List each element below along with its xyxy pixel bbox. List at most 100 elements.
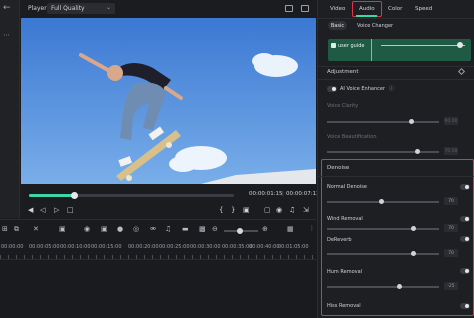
ruler-label: 00:00:30:00	[190, 244, 221, 250]
camera-icon[interactable]: ◉	[276, 206, 282, 214]
wind-removal-value[interactable]: 70	[444, 224, 458, 232]
scrubber-handle[interactable]	[71, 192, 78, 199]
duration-timecode: 00:00:07:13	[286, 191, 320, 197]
audio-clip-icon	[331, 43, 336, 48]
skateboarder-image	[21, 18, 316, 184]
subtab-basic[interactable]: Basic	[328, 21, 347, 30]
music-icon[interactable]: ♫	[165, 225, 171, 233]
video-preview[interactable]	[21, 18, 316, 184]
voice-beautification-handle[interactable]	[415, 149, 420, 154]
more-options-icon[interactable]: ⋯	[3, 31, 10, 39]
hiss-removal-label: Hiss Removal	[327, 303, 361, 309]
volume-icon[interactable]: ♫	[289, 206, 295, 214]
quality-dropdown[interactable]: Full Quality ⌄	[47, 3, 115, 14]
voice-clarity-value[interactable]: 60.00	[444, 117, 458, 125]
marker-icon[interactable]: ●	[117, 225, 123, 233]
screen-icon[interactable]: ▢	[264, 206, 271, 214]
editor-window: ← ⋯ Player Full Quality ⌄ 00:00:01:15 | …	[0, 0, 474, 318]
fullscreen-icon[interactable]: ⇲	[303, 206, 309, 214]
tab-color[interactable]: Color	[388, 6, 402, 12]
normal-denoise-slider[interactable]	[327, 199, 439, 204]
ruler-label: 00:00:05:00	[29, 244, 60, 250]
section-divider	[318, 176, 474, 177]
voice-beautification-value[interactable]: 70.00	[444, 147, 458, 155]
ruler-label: 00:00:40:00	[249, 244, 280, 250]
shield-icon[interactable]: ◎	[133, 225, 139, 233]
ruler-ticks	[0, 255, 316, 259]
tab-audio[interactable]: Audio	[359, 6, 375, 12]
snapshot-icon[interactable]	[285, 5, 293, 12]
ai-tools-icon[interactable]: ◉	[84, 225, 90, 233]
scissors-icon[interactable]: ✕	[33, 225, 39, 233]
keyframe-diamond-icon[interactable]	[457, 67, 466, 76]
fit-icon[interactable]: ▩	[199, 225, 206, 233]
zoom-slider-handle[interactable]	[237, 228, 243, 234]
audio-clip-waveform[interactable]: user guide	[328, 39, 471, 61]
section-divider	[318, 66, 474, 67]
section-divider	[318, 79, 474, 80]
wind-removal-toggle[interactable]	[460, 216, 470, 222]
subtab-voice-changer[interactable]: Voice Changer	[357, 23, 393, 29]
grid-icon[interactable]: ▦	[287, 225, 294, 233]
active-tab-underline	[356, 15, 377, 17]
hum-removal-handle[interactable]	[397, 284, 402, 289]
back-arrow-icon[interactable]: ←	[3, 3, 11, 13]
microphone-icon[interactable]: ⚮	[150, 225, 156, 233]
dereverb-value[interactable]: 70	[444, 249, 458, 257]
panel-tabs: Video Audio Color Speed	[318, 0, 474, 18]
info-icon[interactable]: ⓘ	[389, 85, 394, 92]
normal-denoise-toggle[interactable]	[460, 184, 470, 190]
normal-denoise-value[interactable]: 70	[444, 197, 458, 205]
ai-voice-enhancer-toggle[interactable]	[327, 86, 337, 92]
crop-icon[interactable]: ▣	[59, 225, 66, 233]
quality-value: Full Quality	[51, 5, 85, 12]
zoom-out-icon[interactable]: ⊖	[212, 225, 218, 233]
dereverb-slider[interactable]	[327, 251, 439, 256]
playback-scrubber[interactable]	[29, 192, 234, 199]
image-icon[interactable]	[301, 5, 309, 12]
timeline-ruler[interactable]: 00:00:00 00:00:05:00 00:00:10:00 00:00:1…	[0, 242, 316, 260]
stop-icon[interactable]: □	[67, 206, 74, 214]
copy-icon[interactable]: ⧉	[14, 225, 19, 234]
prev-frame-icon[interactable]: ◀	[28, 206, 33, 214]
timecode-separator: |	[282, 191, 284, 197]
dereverb-handle[interactable]	[411, 251, 416, 256]
hum-removal-slider[interactable]	[327, 284, 439, 289]
hum-removal-value[interactable]: -25	[444, 282, 458, 290]
voice-beautification-label: Voice Beautification	[327, 134, 377, 140]
hiss-removal-toggle[interactable]	[460, 303, 470, 309]
step-back-icon[interactable]: ◁	[40, 206, 45, 214]
tab-speed[interactable]: Speed	[415, 6, 432, 12]
player-area: Player Full Quality ⌄ 00:00:01:15 | 00:0…	[21, 0, 320, 218]
dereverb-toggle[interactable]	[460, 236, 470, 242]
display-icon[interactable]: ▣	[243, 206, 250, 214]
voice-clarity-slider[interactable]	[327, 119, 439, 124]
more-icon[interactable]: ⋮	[309, 225, 315, 232]
timeline-toolbar: ⊞ ⧉ ✕ ▣ ◉ ▣ ● ◎ ⚮ ♫ ▬ ▩ ⊖ ⊕ ▦ ⋮	[0, 220, 316, 240]
play-icon[interactable]: ▷	[54, 206, 59, 214]
split-icon[interactable]: ⊞	[2, 225, 8, 233]
ai-voice-enhancer-label: AI Voice Enhancer	[340, 86, 385, 92]
wind-removal-handle[interactable]	[411, 226, 416, 231]
normal-denoise-handle[interactable]	[379, 199, 384, 204]
denoise-title: Denoise	[327, 165, 350, 171]
mark-out-icon[interactable]: }	[231, 206, 235, 214]
zoom-in-icon[interactable]: ⊕	[262, 225, 268, 233]
media-sidebar: ← ⋯	[0, 0, 20, 218]
layers-icon[interactable]: ▬	[182, 225, 189, 233]
voice-clarity-handle[interactable]	[409, 119, 414, 124]
hum-removal-toggle[interactable]	[460, 268, 470, 274]
tab-video[interactable]: Video	[330, 6, 345, 12]
clip-playhead	[371, 39, 372, 61]
chevron-down-icon: ⌄	[105, 4, 111, 11]
clip-volume-handle[interactable]	[457, 42, 463, 48]
wind-removal-slider[interactable]	[327, 226, 439, 231]
mark-in-icon[interactable]: {	[219, 206, 223, 214]
timeline: ⊞ ⧉ ✕ ▣ ◉ ▣ ● ◎ ⚮ ♫ ▬ ▩ ⊖ ⊕ ▦ ⋮ 00:00:00…	[0, 219, 316, 318]
color-icon[interactable]: ▣	[101, 225, 108, 233]
voice-beautification-slider[interactable]	[327, 149, 439, 154]
zoom-slider[interactable]	[224, 228, 258, 234]
clip-volume-line[interactable]	[381, 45, 465, 46]
hum-removal-label: Hum Removal	[327, 269, 363, 275]
ruler-label: 00:00:20:00	[128, 244, 159, 250]
